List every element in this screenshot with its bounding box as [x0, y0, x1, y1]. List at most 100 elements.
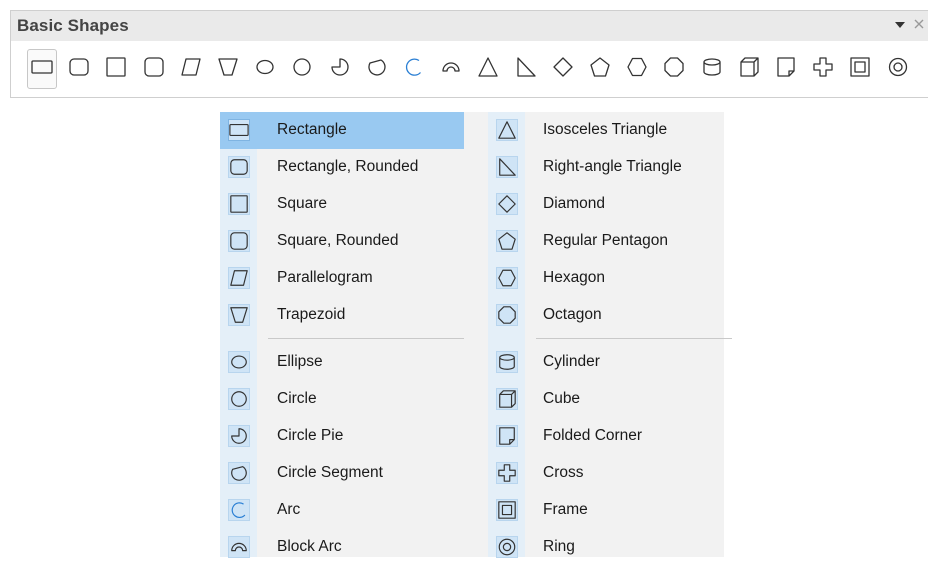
hexagon-toolbar-button[interactable] [622, 49, 652, 89]
pentagon-icon [496, 230, 518, 252]
menu-item-label: Parallelogram [277, 269, 373, 286]
arc-icon [403, 56, 425, 83]
menu-item-label: Square, Rounded [277, 232, 399, 249]
circle-segment-toolbar-button[interactable] [362, 49, 392, 89]
cylinder-icon [496, 351, 518, 373]
menu-separator [536, 338, 732, 339]
rectangle-rounded-toolbar-button[interactable] [64, 49, 94, 89]
octagon-icon [496, 304, 518, 326]
menu-item-ellipse[interactable]: Ellipse [220, 344, 464, 381]
ellipse-toolbar-button[interactable] [250, 49, 280, 89]
cylinder-toolbar-button[interactable] [697, 49, 727, 89]
basic-shapes-toolbar: Basic Shapes [10, 10, 928, 98]
menu-item-isosceles-triangle[interactable]: Isosceles Triangle [488, 112, 732, 149]
ring-toolbar-button[interactable] [883, 49, 913, 89]
right-triangle-toolbar-button[interactable] [511, 49, 541, 89]
pentagon-toolbar-button[interactable] [585, 49, 615, 89]
rectangle-toolbar-button[interactable] [27, 49, 57, 89]
menu-item-rectangle[interactable]: Rectangle [220, 112, 464, 149]
menu-item-cross[interactable]: Cross [488, 455, 732, 492]
circle-pie-toolbar-button[interactable] [325, 49, 355, 89]
rectangle-icon [228, 119, 250, 141]
menu-item-label: Ring [543, 538, 575, 555]
isosceles-triangle-toolbar-button[interactable] [473, 49, 503, 89]
block-arc-toolbar-button[interactable] [436, 49, 466, 89]
menu-item-block-arc[interactable]: Block Arc [220, 529, 464, 566]
menu-item-diamond[interactable]: Diamond [488, 186, 732, 223]
folded-corner-toolbar-button[interactable] [771, 49, 801, 89]
square-icon [105, 56, 127, 83]
diamond-icon [552, 56, 574, 83]
toolbar-title: Basic Shapes [17, 16, 129, 35]
menu-item-parallelogram[interactable]: Parallelogram [220, 260, 464, 297]
menu-item-trapezoid[interactable]: Trapezoid [220, 297, 464, 334]
menu-item-label: Circle Segment [277, 464, 383, 481]
block-arc-icon [228, 536, 250, 558]
menu-item-folded-corner[interactable]: Folded Corner [488, 418, 732, 455]
menu-item-hexagon[interactable]: Hexagon [488, 260, 732, 297]
diamond-icon [496, 193, 518, 215]
menu-item-label: Cross [543, 464, 584, 481]
menu-item-square[interactable]: Square [220, 186, 464, 223]
circle-icon [291, 56, 313, 83]
diamond-toolbar-button[interactable] [548, 49, 578, 89]
octagon-toolbar-button[interactable] [659, 49, 689, 89]
cube-toolbar-button[interactable] [734, 49, 764, 89]
frame-icon [849, 56, 871, 83]
menu-item-label: Right-angle Triangle [543, 158, 682, 175]
circle-pie-icon [329, 56, 351, 83]
octagon-icon [663, 56, 685, 83]
cross-toolbar-button[interactable] [808, 49, 838, 89]
arc-icon [228, 499, 250, 521]
circle-segment-icon [366, 56, 388, 83]
menu-item-label: Cube [543, 390, 581, 407]
menu-item-label: Isosceles Triangle [543, 121, 668, 138]
menu-item-cube[interactable]: Cube [488, 381, 732, 418]
menu-item-label: Frame [543, 501, 588, 518]
hexagon-icon [626, 56, 648, 83]
close-icon[interactable] [912, 17, 926, 31]
ellipse-icon [254, 56, 276, 83]
menu-item-ring[interactable]: Ring [488, 529, 732, 566]
square-icon [228, 193, 250, 215]
menu-item-label: Folded Corner [543, 427, 643, 444]
menu-item-octagon[interactable]: Octagon [488, 297, 732, 334]
isosceles-triangle-icon [477, 56, 499, 83]
trapezoid-icon [217, 56, 239, 83]
cross-icon [496, 462, 518, 484]
square-toolbar-button[interactable] [101, 49, 131, 89]
ellipse-icon [228, 351, 250, 373]
menu-item-label: Square [277, 195, 327, 212]
frame-toolbar-button[interactable] [845, 49, 875, 89]
block-arc-icon [440, 56, 462, 83]
menu-item-cylinder[interactable]: Cylinder [488, 344, 732, 381]
menu-item-circle[interactable]: Circle [220, 381, 464, 418]
parallelogram-toolbar-button[interactable] [176, 49, 206, 89]
circle-segment-icon [228, 462, 250, 484]
menu-item-label: Hexagon [543, 269, 606, 286]
isosceles-triangle-icon [496, 119, 518, 141]
trapezoid-toolbar-button[interactable] [213, 49, 243, 89]
circle-toolbar-button[interactable] [287, 49, 317, 89]
frame-icon [496, 499, 518, 521]
right-triangle-icon [496, 156, 518, 178]
circle-icon [228, 388, 250, 410]
menu-item-rectangle-rounded[interactable]: Rectangle, Rounded [220, 149, 464, 186]
ring-icon [496, 536, 518, 558]
menu-item-label: Arc [277, 501, 301, 518]
arc-toolbar-button[interactable] [399, 49, 429, 89]
menu-item-frame[interactable]: Frame [488, 492, 732, 529]
menu-item-label: Ellipse [277, 353, 323, 370]
menu-item-arc[interactable]: Arc [220, 492, 464, 529]
cylinder-icon [701, 56, 723, 83]
triangle-down-icon[interactable] [894, 18, 906, 30]
menu-item-circle-pie[interactable]: Circle Pie [220, 418, 464, 455]
menu-item-circle-segment[interactable]: Circle Segment [220, 455, 464, 492]
square-rounded-toolbar-button[interactable] [139, 49, 169, 89]
shapes-dropdown-menu: Rectangle Rectangle, Rounded Square Square,… [220, 112, 732, 558]
menu-item-label: Rectangle [277, 121, 347, 138]
menu-item-label: Diamond [543, 195, 606, 212]
menu-item-square-rounded[interactable]: Square, Rounded [220, 223, 464, 260]
menu-item-pentagon[interactable]: Regular Pentagon [488, 223, 732, 260]
menu-item-right-triangle[interactable]: Right-angle Triangle [488, 149, 732, 186]
